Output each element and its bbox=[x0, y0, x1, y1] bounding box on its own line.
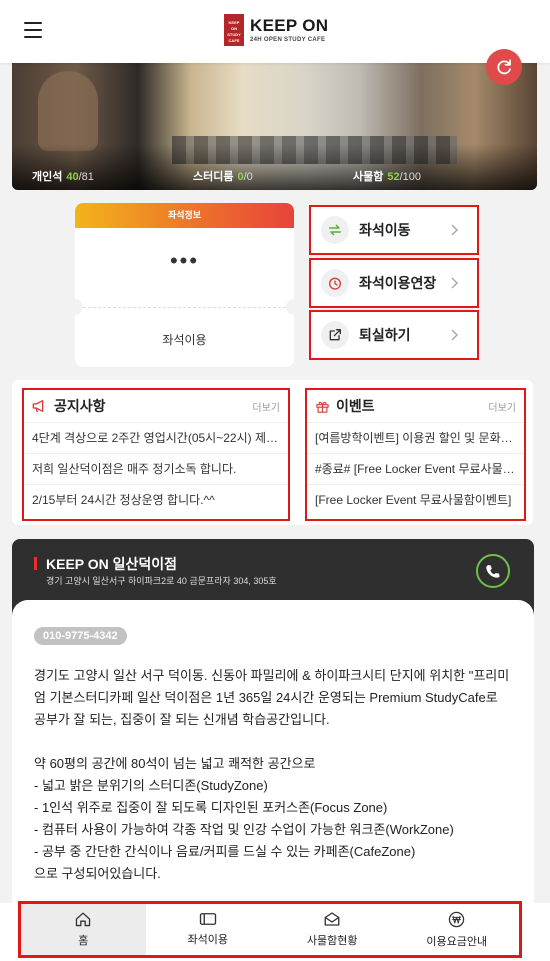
clock-extend-icon bbox=[321, 269, 349, 297]
notice-more-link[interactable]: 더보기 bbox=[252, 399, 280, 414]
chevron-right-icon bbox=[451, 224, 459, 236]
chevron-right-icon bbox=[451, 329, 459, 341]
swap-arrows-icon bbox=[321, 216, 349, 244]
checkout-label: 퇴실하기 bbox=[359, 327, 411, 343]
logo-mark: KEEP ON STUDY CAFE bbox=[224, 14, 244, 46]
seat-number-placeholder: ••• bbox=[169, 248, 200, 273]
extend-seat-button[interactable]: 좌석이용연장 bbox=[309, 258, 479, 308]
logo-subtitle: 24H OPEN STUDY CAFE bbox=[250, 37, 326, 43]
locker-mail-icon bbox=[324, 912, 340, 926]
nav-label: 홈 bbox=[78, 935, 89, 947]
checkout-button[interactable]: 퇴실하기 bbox=[309, 310, 479, 360]
call-button[interactable] bbox=[476, 554, 510, 588]
logo[interactable]: KEEP ON STUDY CAFE KEEP ON 24H OPEN STUDY C… bbox=[224, 14, 328, 46]
logo-title: KEEP ON bbox=[250, 16, 329, 35]
notice-title: 공지사항 bbox=[54, 398, 106, 414]
seat-info-title: 좌석정보 bbox=[75, 203, 294, 228]
hero-photo-person bbox=[38, 71, 98, 151]
refresh-icon bbox=[497, 59, 511, 75]
app-header: KEEP ON STUDY CAFE KEEP ON 24H OPEN STUDY C… bbox=[0, 0, 550, 63]
store-description: 경기도 고양시 일산 서구 덕이동. 신동아 파밀리에 & 하이파크시티 단지에… bbox=[34, 668, 510, 881]
store-address: 경기 고양시 일산서구 하이파크2로 40 금문프라자 304, 305호 bbox=[46, 576, 277, 586]
nav-label: 사물함현황 bbox=[306, 935, 358, 947]
chevron-right-icon bbox=[451, 277, 459, 289]
exit-arrow-icon bbox=[321, 321, 349, 349]
move-seat-label: 좌석이동 bbox=[359, 222, 411, 238]
notice-item[interactable]: 저희 일산덕이점은 매주 정기소독 합니다. bbox=[24, 453, 288, 484]
notice-item[interactable]: 2/15부터 24시간 정상운영 합니다.^^ bbox=[24, 484, 288, 515]
gift-icon bbox=[316, 401, 329, 413]
hero-banner: 개인석 40/81 스터디룸 0/0 사물함 52/100 bbox=[12, 63, 537, 190]
nav-locker-status[interactable]: 사물함현황 bbox=[270, 904, 395, 955]
event-item[interactable]: [여름방학이벤트] 이용권 할인 및 문화상품권 증정 bbox=[307, 422, 524, 453]
megaphone-icon bbox=[32, 399, 44, 413]
seat-icon bbox=[199, 913, 216, 925]
event-item[interactable]: #종료# [Free Locker Event 무료사물함 이벤트] bbox=[307, 453, 524, 484]
won-coin-icon bbox=[449, 911, 465, 927]
notice-item[interactable]: 4단계 격상으로 2주간 영업시간(05시~22시) 제한합니다. bbox=[24, 422, 288, 453]
seat-status-label: 좌석이용 bbox=[162, 333, 207, 347]
stat-study-room: 스터디룸 0/0 bbox=[193, 171, 253, 183]
nav-label: 좌석이용 bbox=[187, 934, 228, 946]
store-name: KEEP ON 일산덕이점 bbox=[46, 556, 178, 572]
event-board: 이벤트 더보기 [여름방학이벤트] 이용권 할인 및 문화상품권 증정 #종료#… bbox=[305, 388, 526, 521]
event-more-link[interactable]: 더보기 bbox=[488, 399, 516, 414]
extend-seat-label: 좌석이용연장 bbox=[359, 275, 437, 291]
nav-label: 이용요금안내 bbox=[426, 935, 488, 948]
store-details: 010-9775-4342 경기도 고양시 일산 서구 덕이동. 신동아 파밀리… bbox=[12, 600, 534, 910]
refresh-button[interactable] bbox=[486, 49, 522, 85]
notice-board: 공지사항 더보기 4단계 격상으로 2주간 영업시간(05시~22시) 제한합니… bbox=[22, 388, 290, 521]
stat-locker: 사물함 52/100 bbox=[353, 171, 422, 183]
nav-seat-usage[interactable]: 좌석이용 bbox=[146, 904, 271, 955]
stat-personal-seat: 개인석 40/81 bbox=[32, 171, 94, 183]
home-icon bbox=[76, 912, 91, 927]
nav-pricing[interactable]: 이용요금안내 bbox=[395, 904, 520, 955]
event-title: 이벤트 bbox=[336, 398, 375, 414]
menu-icon[interactable] bbox=[24, 22, 42, 38]
bottom-nav: 홈 좌석이용 사물함현황 이용요금안내 bbox=[18, 901, 522, 958]
nav-home[interactable]: 홈 bbox=[21, 904, 146, 955]
store-phone[interactable]: 010-9775-4342 bbox=[34, 627, 127, 645]
event-item[interactable]: [Free Locker Event 무료사물함이벤트] bbox=[307, 484, 524, 515]
seat-info-card[interactable]: 좌석정보 ••• 좌석이용 bbox=[75, 203, 294, 367]
move-seat-button[interactable]: 좌석이동 bbox=[309, 205, 479, 255]
phone-icon bbox=[486, 565, 500, 578]
